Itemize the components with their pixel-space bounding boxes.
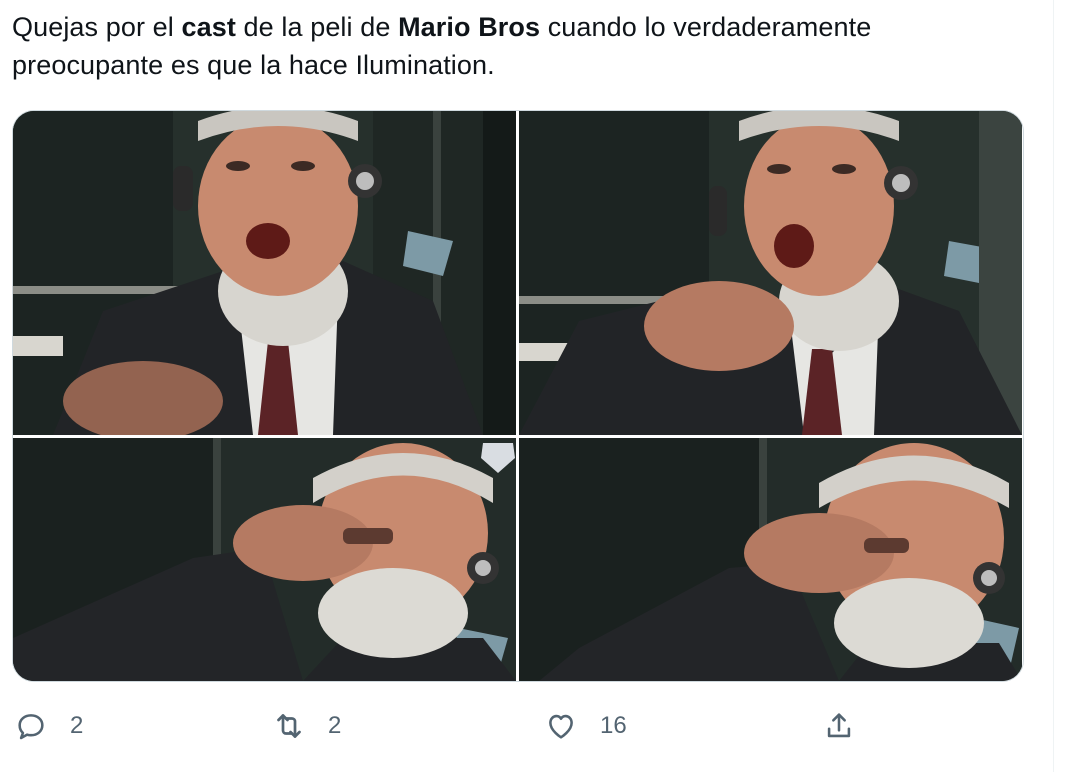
reply-button[interactable]: 2 (12, 700, 83, 752)
tweet-text-bold: cast (181, 12, 236, 42)
photo-image (13, 438, 516, 681)
share-button[interactable] (820, 700, 858, 752)
share-icon (820, 707, 858, 745)
timeline-divider (1053, 0, 1066, 772)
like-count: 16 (600, 712, 627, 739)
heart-icon (542, 707, 580, 745)
tweet-photo-2[interactable] (519, 111, 1022, 435)
tweet-photo-3[interactable] (13, 438, 516, 681)
retweet-count: 2 (328, 712, 342, 739)
photo-image (13, 111, 516, 435)
tweet-photo-1[interactable] (13, 111, 516, 435)
tweet-text: Quejas por el cast de la peli de Mario B… (12, 8, 1022, 84)
tweet-media-grid (12, 110, 1024, 682)
tweet-text-bold: Mario Bros (398, 12, 541, 42)
retweet-button[interactable]: 2 (270, 700, 341, 752)
photo-image (519, 438, 1022, 681)
tweet-text-part: de la peli de (235, 12, 399, 42)
reply-count: 2 (70, 712, 84, 739)
tweet-photo-4[interactable] (519, 438, 1022, 681)
tweet-text-part: Quejas por el (12, 12, 182, 42)
retweet-icon (270, 707, 308, 745)
tweet-actions: 2 2 16 (12, 700, 1022, 752)
reply-icon (12, 707, 50, 745)
photo-image (519, 111, 1022, 435)
like-button[interactable]: 16 (542, 700, 627, 752)
